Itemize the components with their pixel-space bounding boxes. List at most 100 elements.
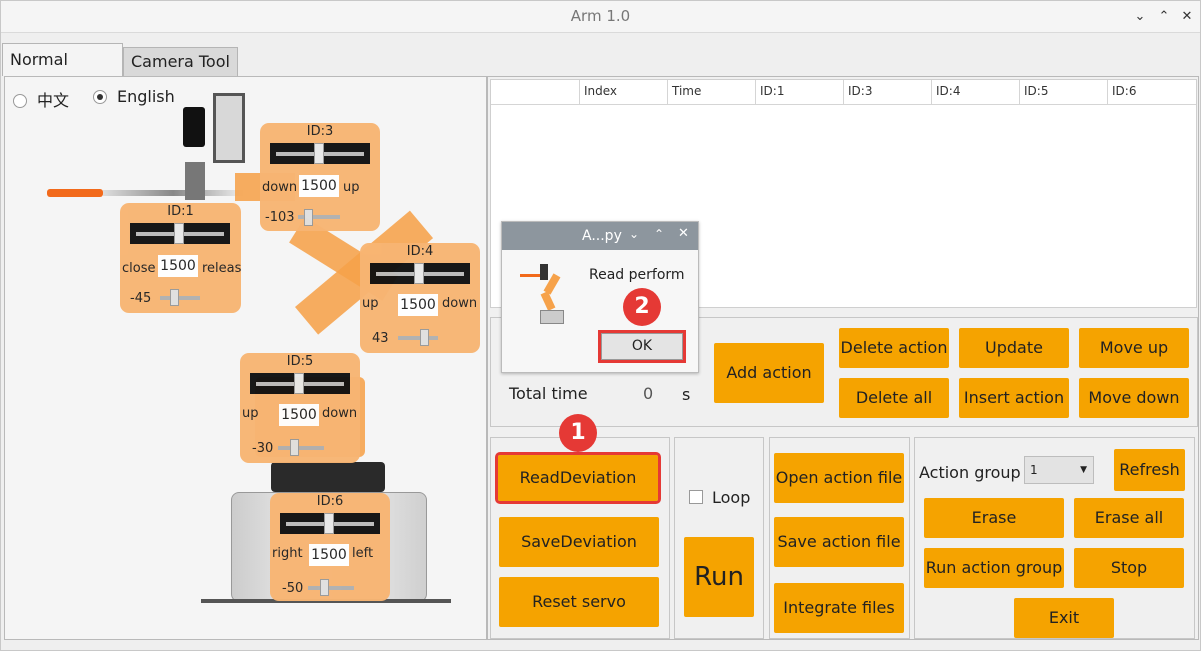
dialog-close-icon[interactable]: ✕ <box>678 226 689 241</box>
col-header-id3[interactable]: ID:3 <box>843 80 931 105</box>
slider-knob[interactable] <box>414 263 424 284</box>
gripper-rod <box>103 190 243 196</box>
refresh-button[interactable]: Refresh <box>1114 449 1185 491</box>
servo-id-label: ID:6 <box>316 494 344 509</box>
col-header-id4[interactable]: ID:4 <box>931 80 1019 105</box>
deviation-knob[interactable] <box>304 209 313 226</box>
save-deviation-button[interactable]: SaveDeviation <box>499 517 659 567</box>
col-header-time[interactable]: Time <box>667 80 755 105</box>
servo-value-field[interactable]: 1500 <box>309 544 349 566</box>
servo-id-label: ID:5 <box>286 354 314 369</box>
servo-value-field[interactable]: 1500 <box>279 404 319 426</box>
servo-id-label: ID:4 <box>406 244 434 259</box>
save-action-file-button[interactable]: Save action file <box>774 517 904 567</box>
erase-button[interactable]: Erase <box>924 498 1064 538</box>
servo-slider[interactable] <box>370 263 470 284</box>
servo-slider[interactable] <box>270 143 370 164</box>
servo-right-label: left <box>352 546 374 561</box>
delete-action-button[interactable]: Delete action <box>839 328 949 368</box>
wrist-block <box>185 162 205 200</box>
close-icon[interactable]: ✕ <box>1177 7 1197 27</box>
servo-card-id4: ID:4 up 1500 down 43 <box>360 243 480 353</box>
language-english-radio[interactable]: English <box>93 87 175 106</box>
open-action-file-button[interactable]: Open action file <box>774 453 904 503</box>
action-group-selected-value: 1 <box>1030 463 1038 477</box>
servo-slider[interactable] <box>280 513 380 534</box>
deviation-knob[interactable] <box>290 439 299 456</box>
servo-slider[interactable] <box>130 223 230 244</box>
servo-slider[interactable] <box>250 373 350 394</box>
dialog-minimize-icon[interactable]: ⌄ <box>629 227 639 241</box>
run-button[interactable]: Run <box>684 537 754 617</box>
slider-knob[interactable] <box>314 143 324 164</box>
servo-card-id6: ID:6 right 1500 left -50 <box>270 493 390 601</box>
col-header-id6[interactable]: ID:6 <box>1107 80 1195 105</box>
servo-deviation-value: -50 <box>282 581 304 596</box>
servo-card-id1: ID:1 close 1500 releas -45 <box>120 203 241 313</box>
slider-knob[interactable] <box>174 223 184 244</box>
language-chinese-radio[interactable]: 中文 <box>13 87 69 111</box>
servo-card-id5: ID:5 up 1500 down -30 <box>240 353 360 463</box>
servo-value-field[interactable]: 1500 <box>398 294 438 316</box>
col-header-id1[interactable]: ID:1 <box>755 80 843 105</box>
servo-deviation-value: 43 <box>372 331 389 346</box>
loop-checkbox[interactable] <box>689 490 703 504</box>
radio-off-icon <box>13 94 27 108</box>
minimize-icon[interactable]: ⌄ <box>1130 7 1150 27</box>
robot-arm-icon <box>518 260 570 326</box>
col-header-id5[interactable]: ID:5 <box>1019 80 1107 105</box>
servo-right-label: down <box>442 296 478 311</box>
servo-id-label: ID:3 <box>306 124 334 139</box>
servo-control-pane: 中文 English ID:3 down 1500 up -103 ID:1 c… <box>4 76 487 640</box>
dialog-maximize-icon[interactable]: ⌃ <box>654 227 664 241</box>
window-title: Arm 1.0 <box>570 7 631 25</box>
exit-button[interactable]: Exit <box>1014 598 1114 638</box>
read-deviation-button[interactable]: ReadDeviation <box>495 452 661 504</box>
deviation-slider[interactable] <box>308 586 354 590</box>
deviation-slider[interactable] <box>398 336 438 340</box>
language-english-label: English <box>117 87 175 106</box>
move-down-button[interactable]: Move down <box>1079 378 1189 418</box>
slider-knob[interactable] <box>324 513 334 534</box>
servo-deviation-value: -30 <box>252 441 274 456</box>
servo-right-label: releas <box>202 261 242 276</box>
add-action-button[interactable]: Add action <box>714 343 824 403</box>
deviation-knob[interactable] <box>170 289 179 306</box>
servo-value-field[interactable]: 1500 <box>158 255 198 277</box>
update-action-button[interactable]: Update action <box>959 328 1069 397</box>
erase-all-button[interactable]: Erase all <box>1074 498 1184 538</box>
insert-action-button[interactable]: Insert action <box>959 378 1069 418</box>
base-servo <box>271 462 385 492</box>
move-up-button[interactable]: Move up <box>1079 328 1189 368</box>
deviation-knob[interactable] <box>320 579 329 596</box>
reset-servo-button[interactable]: Reset servo <box>499 577 659 627</box>
slider-knob[interactable] <box>294 373 304 394</box>
action-group-label: Action group <box>919 463 1021 482</box>
servo-right-label: down <box>322 406 358 421</box>
servo-left-label: up <box>242 406 259 421</box>
table-header: Index Time ID:1 ID:3 ID:4 ID:5 ID:6 <box>491 80 1196 105</box>
dialog-title-bar: A...py ⌄ ⌃ ✕ <box>502 222 698 250</box>
maximize-icon[interactable]: ⌃ <box>1154 7 1174 27</box>
deviation-slider[interactable] <box>160 296 200 300</box>
tab-camera-tool[interactable]: Camera Tool <box>123 47 238 76</box>
run-action-group-button[interactable]: Run action group <box>924 548 1064 588</box>
deviation-slider[interactable] <box>278 446 324 450</box>
servo-value-field[interactable]: 1500 <box>299 175 339 197</box>
gripper-servo <box>183 107 205 147</box>
integrate-files-button[interactable]: Integrate files <box>774 583 904 633</box>
dialog-message: Read perform <box>589 267 685 283</box>
deviation-knob[interactable] <box>420 329 429 346</box>
dialog-ok-button[interactable]: OK <box>598 330 686 363</box>
tab-normal-mode[interactable]: Normal Mode <box>2 43 123 100</box>
servo-left-label: up <box>362 296 379 311</box>
stop-button[interactable]: Stop <box>1074 548 1184 588</box>
servo-right-label: up <box>343 180 360 195</box>
delete-all-button[interactable]: Delete all <box>839 378 949 418</box>
servo-id-label: ID:1 <box>167 204 194 219</box>
dialog-title: A...py <box>582 228 622 244</box>
col-header-index[interactable]: Index <box>579 80 667 105</box>
dropdown-arrow-icon: ▼ <box>1080 465 1087 475</box>
action-group-select[interactable]: 1 ▼ <box>1024 456 1094 484</box>
servo-deviation-value: -45 <box>130 291 152 306</box>
